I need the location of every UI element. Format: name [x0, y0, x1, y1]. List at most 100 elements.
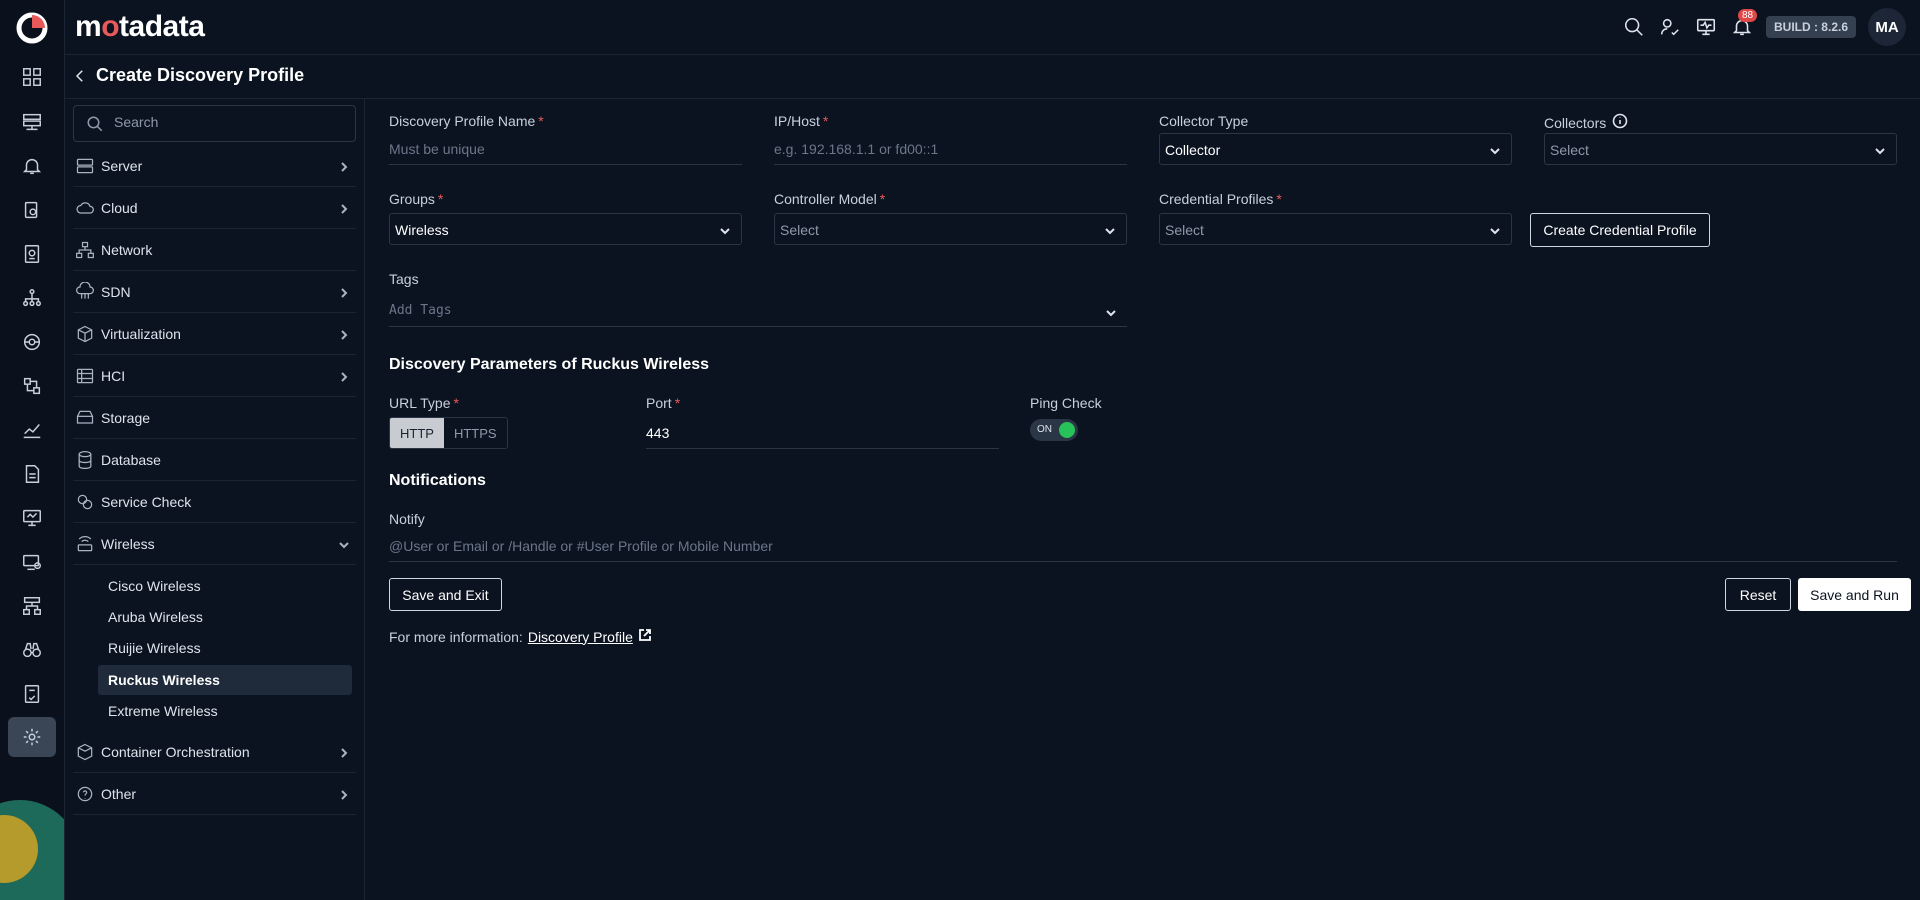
storage-icon	[75, 408, 95, 428]
top-bar: motadata 88 BUILD : 8.2.6 MA	[65, 0, 1920, 55]
sidebar-item-label: SDN	[101, 283, 131, 300]
discovery-profile-doc-link[interactable]: Discovery Profile	[528, 629, 633, 645]
back-arrow-icon[interactable]	[71, 67, 91, 87]
settings-gear-icon[interactable]	[8, 717, 56, 757]
app-logo-icon[interactable]	[16, 12, 48, 44]
more-info-line: For more information: Discovery Profile	[389, 628, 652, 645]
tags-input[interactable]: Add Tags	[389, 295, 1127, 327]
credential-profiles-select[interactable]: Select	[1159, 213, 1512, 245]
hci-icon	[75, 366, 95, 386]
sidebar-item-storage[interactable]: Storage	[73, 397, 356, 439]
sidebar-item-wireless[interactable]: Wireless	[73, 523, 356, 565]
discovery-profile-form: Discovery Profile Name * Must be unique I…	[389, 99, 1920, 900]
topology-icon[interactable]	[16, 282, 48, 314]
chevron-right-icon	[338, 286, 350, 298]
profile-name-input[interactable]: Must be unique	[389, 133, 742, 165]
dashboard-icon[interactable]	[16, 61, 48, 93]
binoculars-icon[interactable]	[16, 634, 48, 666]
notify-label: Notify	[389, 511, 425, 527]
metric-explorer-icon[interactable]	[16, 414, 48, 446]
chevron-down-icon	[1489, 224, 1501, 236]
external-link-icon[interactable]	[638, 628, 652, 645]
chevron-right-icon	[338, 746, 350, 758]
save-and-run-button[interactable]: Save and Run	[1798, 578, 1911, 611]
groups-label: Groups *	[389, 191, 444, 207]
collector-type-select[interactable]: Collector	[1159, 133, 1512, 165]
url-type-http-option[interactable]: HTTP	[390, 418, 444, 448]
chevron-right-icon	[338, 160, 350, 172]
sidebar-subitem-ruijie-wireless[interactable]: Ruijie Wireless	[98, 633, 352, 663]
save-and-exit-button[interactable]: Save and Exit	[389, 578, 502, 611]
user-avatar[interactable]: MA	[1868, 8, 1906, 46]
sidebar-item-label: Cloud	[101, 199, 138, 216]
chevron-down-icon	[1874, 144, 1886, 156]
sidebar-item-network[interactable]: Network	[73, 229, 356, 271]
top-actions: 88 BUILD : 8.2.6 MA	[1622, 8, 1906, 46]
ping-check-toggle[interactable]: ON	[1030, 419, 1078, 441]
url-type-https-option[interactable]: HTTPS	[444, 418, 507, 448]
sidebar-item-sdn[interactable]: SDN	[73, 271, 356, 313]
create-credential-profile-button[interactable]: Create Credential Profile	[1530, 213, 1710, 247]
flow-icon[interactable]	[16, 326, 48, 358]
config-icon[interactable]	[16, 546, 48, 578]
controller-model-label: Controller Model *	[774, 191, 886, 207]
sidebar-item-database[interactable]: Database	[73, 439, 356, 481]
alerts-bell-icon[interactable]	[16, 150, 48, 182]
reset-button[interactable]: Reset	[1725, 578, 1791, 611]
sidebar-item-other[interactable]: Other	[73, 773, 356, 815]
sidebar-subitem-cisco-wireless[interactable]: Cisco Wireless	[98, 571, 352, 601]
chevron-right-icon	[338, 328, 350, 340]
sidebar-item-label: Server	[101, 157, 143, 174]
collectors-select[interactable]: Select	[1544, 133, 1897, 165]
server-icon	[75, 156, 95, 176]
info-icon[interactable]	[1612, 113, 1628, 132]
sidebar-subitem-extreme-wireless[interactable]: Extreme Wireless	[98, 696, 352, 726]
sidebar-item-hci[interactable]: HCI	[73, 355, 356, 397]
controller-model-select[interactable]: Select	[774, 213, 1127, 245]
workflow-icon[interactable]	[16, 370, 48, 402]
user-check-icon[interactable]	[1658, 15, 1682, 39]
notifications-title: Notifications	[389, 472, 486, 489]
sidebar-item-container-orchestration[interactable]: Container Orchestration	[73, 731, 356, 773]
port-label: Port *	[646, 395, 681, 411]
network-icon	[75, 240, 95, 260]
url-type-label: URL Type *	[389, 395, 459, 411]
url-type-toggle: HTTP HTTPS	[389, 417, 508, 449]
ip-host-input[interactable]: e.g. 192.168.1.1 or fd00::1	[774, 133, 1127, 165]
chevron-right-icon	[338, 370, 350, 382]
log-icon[interactable]	[16, 238, 48, 270]
monitor-icon[interactable]	[16, 502, 48, 534]
port-input[interactable]: 443	[646, 417, 999, 449]
notify-input[interactable]: @User or Email or /Handle or #User Profi…	[389, 530, 1897, 562]
apm-icon[interactable]	[16, 194, 48, 226]
sidebar-search[interactable]	[73, 105, 356, 142]
sidebar-search-input[interactable]	[114, 114, 344, 130]
chevron-down-icon	[1489, 144, 1501, 156]
search-icon[interactable]	[1622, 15, 1646, 39]
notification-count-badge: 88	[1737, 9, 1758, 22]
credential-profiles-label: Credential Profiles *	[1159, 191, 1282, 207]
ping-check-label: Ping Check	[1030, 395, 1102, 411]
chevron-right-icon	[338, 788, 350, 800]
chevron-down-icon	[338, 538, 350, 550]
help-circle-icon	[75, 784, 95, 804]
sidebar-subitem-aruba-wireless[interactable]: Aruba Wireless	[98, 602, 352, 632]
sidebar-item-server[interactable]: Server	[73, 145, 356, 187]
compliance-icon[interactable]	[16, 678, 48, 710]
sidebar-item-virtualization[interactable]: Virtualization	[73, 313, 356, 355]
collectors-label: Collectors	[1544, 113, 1628, 132]
sidebar-item-label: Storage	[101, 409, 151, 426]
sidebar-item-label: Other	[101, 785, 137, 802]
sidebar-item-service-check[interactable]: Service Check	[73, 481, 356, 523]
service-check-icon	[75, 492, 95, 512]
inventory-icon[interactable]	[16, 106, 48, 138]
sidebar-subitem-ruckus-wireless[interactable]: Ruckus Wireless	[98, 665, 352, 695]
hierarchy-icon[interactable]	[16, 590, 48, 622]
sidebar-item-cloud[interactable]: Cloud	[73, 187, 356, 229]
chevron-right-icon	[338, 202, 350, 214]
brand-logo[interactable]: motadata	[75, 10, 205, 44]
notification-bell-icon[interactable]: 88	[1730, 9, 1758, 39]
groups-select[interactable]: Wireless	[389, 213, 742, 245]
report-icon[interactable]	[16, 458, 48, 490]
monitor-pulse-icon[interactable]	[1694, 15, 1718, 39]
